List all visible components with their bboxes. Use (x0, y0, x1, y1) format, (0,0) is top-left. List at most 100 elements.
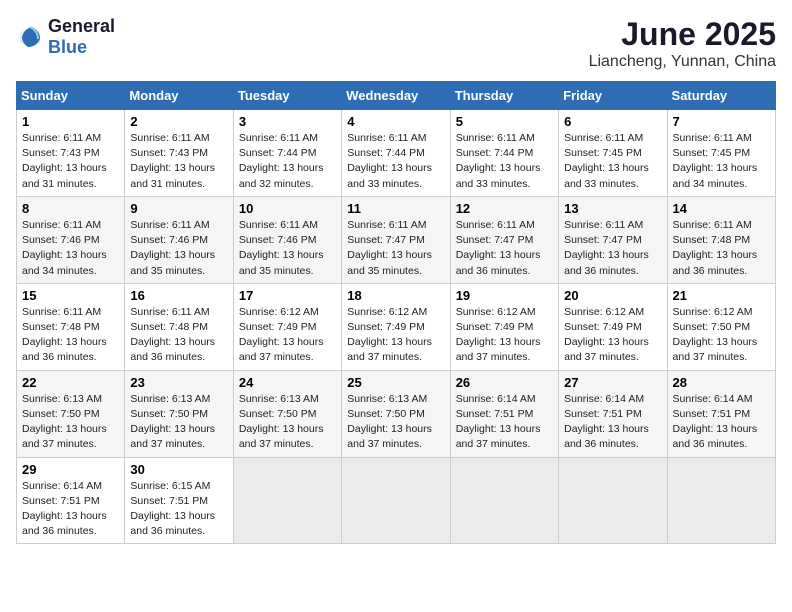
sunset-label: Sunset: 7:46 PM (239, 234, 317, 246)
table-row: 11 Sunrise: 6:11 AM Sunset: 7:47 PM Dayl… (342, 196, 450, 283)
header-saturday: Saturday (667, 82, 775, 110)
sunrise-label: Sunrise: 6:11 AM (130, 132, 209, 144)
daylight-label: Daylight: 13 hours and 33 minutes. (456, 162, 541, 189)
day-info: Sunrise: 6:11 AM Sunset: 7:44 PM Dayligh… (239, 131, 336, 192)
table-row: 7 Sunrise: 6:11 AM Sunset: 7:45 PM Dayli… (667, 110, 775, 197)
sunset-label: Sunset: 7:50 PM (130, 408, 208, 420)
day-number: 13 (564, 201, 661, 216)
sunrise-label: Sunrise: 6:11 AM (347, 219, 426, 231)
table-row: 1 Sunrise: 6:11 AM Sunset: 7:43 PM Dayli… (17, 110, 125, 197)
daylight-label: Daylight: 13 hours and 33 minutes. (347, 162, 432, 189)
table-row: 24 Sunrise: 6:13 AM Sunset: 7:50 PM Dayl… (233, 370, 341, 457)
table-row (667, 457, 775, 544)
logo-blue: Blue (48, 37, 87, 57)
daylight-label: Daylight: 13 hours and 31 minutes. (22, 162, 107, 189)
table-row: 19 Sunrise: 6:12 AM Sunset: 7:49 PM Dayl… (450, 283, 558, 370)
table-row (450, 457, 558, 544)
day-number: 2 (130, 114, 227, 129)
day-number: 25 (347, 375, 444, 390)
daylight-label: Daylight: 13 hours and 31 minutes. (130, 162, 215, 189)
table-row: 17 Sunrise: 6:12 AM Sunset: 7:49 PM Dayl… (233, 283, 341, 370)
sunset-label: Sunset: 7:46 PM (130, 234, 208, 246)
sunset-label: Sunset: 7:50 PM (347, 408, 425, 420)
sunset-label: Sunset: 7:50 PM (673, 321, 751, 333)
subtitle: Liancheng, Yunnan, China (589, 53, 776, 71)
day-number: 27 (564, 375, 661, 390)
table-row: 16 Sunrise: 6:11 AM Sunset: 7:48 PM Dayl… (125, 283, 233, 370)
day-number: 17 (239, 288, 336, 303)
day-number: 3 (239, 114, 336, 129)
sunset-label: Sunset: 7:49 PM (239, 321, 317, 333)
sunrise-label: Sunrise: 6:12 AM (673, 306, 753, 318)
daylight-label: Daylight: 13 hours and 36 minutes. (130, 510, 215, 537)
sunset-label: Sunset: 7:44 PM (456, 147, 534, 159)
sunrise-label: Sunrise: 6:12 AM (564, 306, 644, 318)
sunrise-label: Sunrise: 6:14 AM (564, 393, 644, 405)
main-title: June 2025 (589, 16, 776, 53)
daylight-label: Daylight: 13 hours and 36 minutes. (22, 510, 107, 537)
calendar-table: Sunday Monday Tuesday Wednesday Thursday… (16, 81, 776, 544)
day-info: Sunrise: 6:13 AM Sunset: 7:50 PM Dayligh… (239, 392, 336, 453)
daylight-label: Daylight: 13 hours and 37 minutes. (456, 423, 541, 450)
header-thursday: Thursday (450, 82, 558, 110)
daylight-label: Daylight: 13 hours and 36 minutes. (564, 249, 649, 276)
title-area: June 2025 Liancheng, Yunnan, China (589, 16, 776, 71)
logo-general: General (48, 16, 115, 36)
day-info: Sunrise: 6:13 AM Sunset: 7:50 PM Dayligh… (347, 392, 444, 453)
sunrise-label: Sunrise: 6:13 AM (22, 393, 102, 405)
day-number: 18 (347, 288, 444, 303)
sunrise-label: Sunrise: 6:13 AM (347, 393, 427, 405)
table-row: 18 Sunrise: 6:12 AM Sunset: 7:49 PM Dayl… (342, 283, 450, 370)
table-row: 29 Sunrise: 6:14 AM Sunset: 7:51 PM Dayl… (17, 457, 125, 544)
sunrise-label: Sunrise: 6:11 AM (673, 219, 752, 231)
sunrise-label: Sunrise: 6:13 AM (239, 393, 319, 405)
header-tuesday: Tuesday (233, 82, 341, 110)
day-info: Sunrise: 6:11 AM Sunset: 7:45 PM Dayligh… (673, 131, 770, 192)
sunrise-label: Sunrise: 6:11 AM (456, 132, 535, 144)
header: General Blue June 2025 Liancheng, Yunnan… (16, 16, 776, 71)
sunset-label: Sunset: 7:50 PM (22, 408, 100, 420)
day-info: Sunrise: 6:12 AM Sunset: 7:49 PM Dayligh… (564, 305, 661, 366)
sunset-label: Sunset: 7:45 PM (673, 147, 751, 159)
table-row: 4 Sunrise: 6:11 AM Sunset: 7:44 PM Dayli… (342, 110, 450, 197)
sunrise-label: Sunrise: 6:11 AM (130, 219, 209, 231)
sunrise-label: Sunrise: 6:11 AM (239, 132, 318, 144)
sunset-label: Sunset: 7:47 PM (564, 234, 642, 246)
day-info: Sunrise: 6:11 AM Sunset: 7:48 PM Dayligh… (673, 218, 770, 279)
daylight-label: Daylight: 13 hours and 35 minutes. (347, 249, 432, 276)
sunrise-label: Sunrise: 6:13 AM (130, 393, 210, 405)
day-number: 16 (130, 288, 227, 303)
header-wednesday: Wednesday (342, 82, 450, 110)
daylight-label: Daylight: 13 hours and 37 minutes. (347, 336, 432, 363)
day-info: Sunrise: 6:12 AM Sunset: 7:49 PM Dayligh… (347, 305, 444, 366)
day-info: Sunrise: 6:11 AM Sunset: 7:46 PM Dayligh… (22, 218, 119, 279)
day-info: Sunrise: 6:11 AM Sunset: 7:48 PM Dayligh… (22, 305, 119, 366)
table-row: 10 Sunrise: 6:11 AM Sunset: 7:46 PM Dayl… (233, 196, 341, 283)
table-row (559, 457, 667, 544)
day-info: Sunrise: 6:13 AM Sunset: 7:50 PM Dayligh… (130, 392, 227, 453)
table-row: 20 Sunrise: 6:12 AM Sunset: 7:49 PM Dayl… (559, 283, 667, 370)
sunset-label: Sunset: 7:47 PM (456, 234, 534, 246)
daylight-label: Daylight: 13 hours and 37 minutes. (22, 423, 107, 450)
sunset-label: Sunset: 7:51 PM (22, 495, 100, 507)
sunset-label: Sunset: 7:44 PM (239, 147, 317, 159)
day-info: Sunrise: 6:11 AM Sunset: 7:44 PM Dayligh… (347, 131, 444, 192)
sunrise-label: Sunrise: 6:11 AM (22, 219, 101, 231)
calendar-week-row: 8 Sunrise: 6:11 AM Sunset: 7:46 PM Dayli… (17, 196, 776, 283)
day-info: Sunrise: 6:12 AM Sunset: 7:50 PM Dayligh… (673, 305, 770, 366)
daylight-label: Daylight: 13 hours and 34 minutes. (22, 249, 107, 276)
sunrise-label: Sunrise: 6:12 AM (456, 306, 536, 318)
sunrise-label: Sunrise: 6:11 AM (673, 132, 752, 144)
logo-icon (16, 23, 44, 51)
table-row: 30 Sunrise: 6:15 AM Sunset: 7:51 PM Dayl… (125, 457, 233, 544)
daylight-label: Daylight: 13 hours and 35 minutes. (239, 249, 324, 276)
sunrise-label: Sunrise: 6:11 AM (564, 219, 643, 231)
daylight-label: Daylight: 13 hours and 36 minutes. (130, 336, 215, 363)
daylight-label: Daylight: 13 hours and 37 minutes. (130, 423, 215, 450)
table-row: 21 Sunrise: 6:12 AM Sunset: 7:50 PM Dayl… (667, 283, 775, 370)
logo-text: General Blue (48, 16, 115, 58)
day-number: 4 (347, 114, 444, 129)
sunset-label: Sunset: 7:46 PM (22, 234, 100, 246)
table-row: 15 Sunrise: 6:11 AM Sunset: 7:48 PM Dayl… (17, 283, 125, 370)
table-row: 9 Sunrise: 6:11 AM Sunset: 7:46 PM Dayli… (125, 196, 233, 283)
